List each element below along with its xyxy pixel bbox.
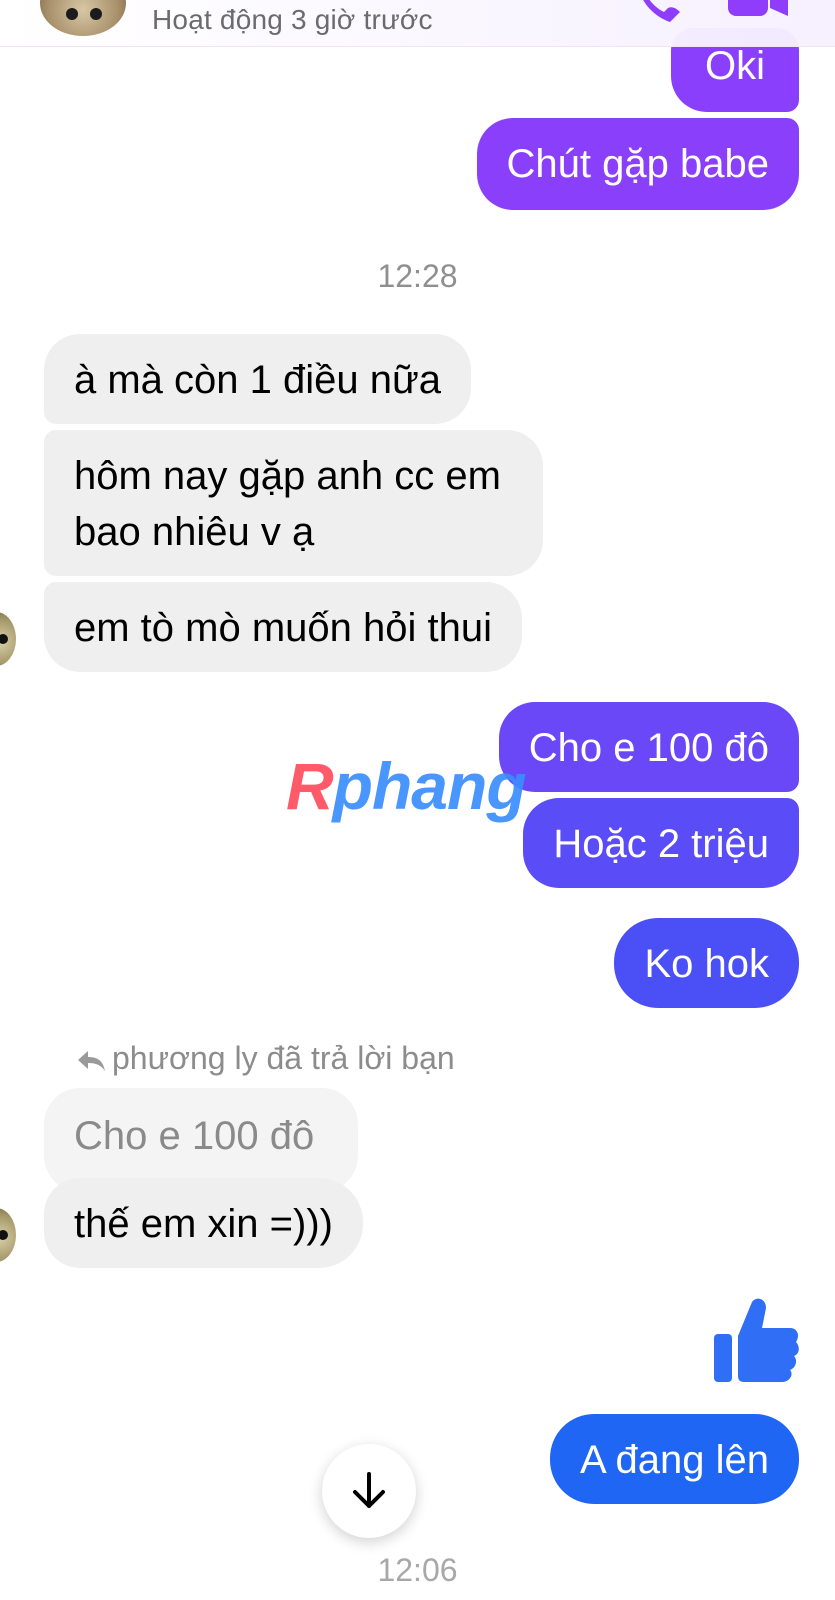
timestamp: 12:06 xyxy=(377,1552,458,1588)
message-text: Hoặc 2 triệu xyxy=(553,822,769,866)
quoted-message[interactable]: Cho e 100 đô xyxy=(44,1088,358,1192)
message-sent[interactable]: Hoặc 2 triệu xyxy=(523,798,799,888)
watermark-logo: Rphang xyxy=(286,749,527,823)
scroll-to-bottom-button[interactable] xyxy=(322,1444,416,1538)
sender-avatar[interactable] xyxy=(0,1208,16,1262)
phone-icon[interactable] xyxy=(636,0,684,24)
active-status: Hoạt động 3 giờ trước xyxy=(152,4,433,35)
reply-label-text: phương ly đã trả lời bạn xyxy=(112,1040,455,1076)
message-received[interactable]: thế em xin =))) xyxy=(44,1178,363,1268)
reply-arrow-icon xyxy=(78,1050,105,1071)
message-received[interactable]: à mà còn 1 điều nữa xyxy=(44,334,472,424)
message-text: em tò mò muốn hỏi thui xyxy=(74,606,492,650)
quoted-text: Cho e 100 đô xyxy=(74,1114,315,1158)
thumbs-up-icon[interactable] xyxy=(712,1296,800,1388)
contact-avatar[interactable] xyxy=(40,0,126,36)
reply-indicator: phương ly đã trả lời bạn xyxy=(78,1040,455,1077)
message-text: à mà còn 1 điều nữa xyxy=(74,358,442,402)
message-text: thế em xin =))) xyxy=(74,1202,333,1246)
video-camera-icon[interactable] xyxy=(728,0,790,18)
message-text: Ko hok xyxy=(644,942,769,986)
message-text-line: bao nhiêu v ạ xyxy=(74,510,315,554)
sender-avatar[interactable] xyxy=(0,612,16,666)
message-sent[interactable]: Chút gặp babe xyxy=(476,118,799,210)
message-sent[interactable]: A đang lên xyxy=(549,1414,799,1504)
message-received[interactable]: em tò mò muốn hỏi thui xyxy=(44,582,522,672)
message-sent[interactable]: Cho e 100 đô xyxy=(498,702,799,792)
arrow-down-icon xyxy=(353,1472,385,1508)
message-text-line: hôm nay gặp anh cc em xyxy=(74,454,501,498)
message-sent[interactable]: Ko hok xyxy=(614,918,799,1008)
message-text: Cho e 100 đô xyxy=(528,726,769,770)
message-received[interactable]: hôm nay gặp anh cc em bao nhiêu v ạ xyxy=(44,430,543,576)
chat-header: Hoạt động 3 giờ trước xyxy=(0,0,835,47)
message-text: Chút gặp babe xyxy=(506,142,769,186)
message-text: Oki xyxy=(705,44,765,88)
timestamp: 12:28 xyxy=(377,258,458,294)
message-text: A đang lên xyxy=(579,1438,769,1482)
